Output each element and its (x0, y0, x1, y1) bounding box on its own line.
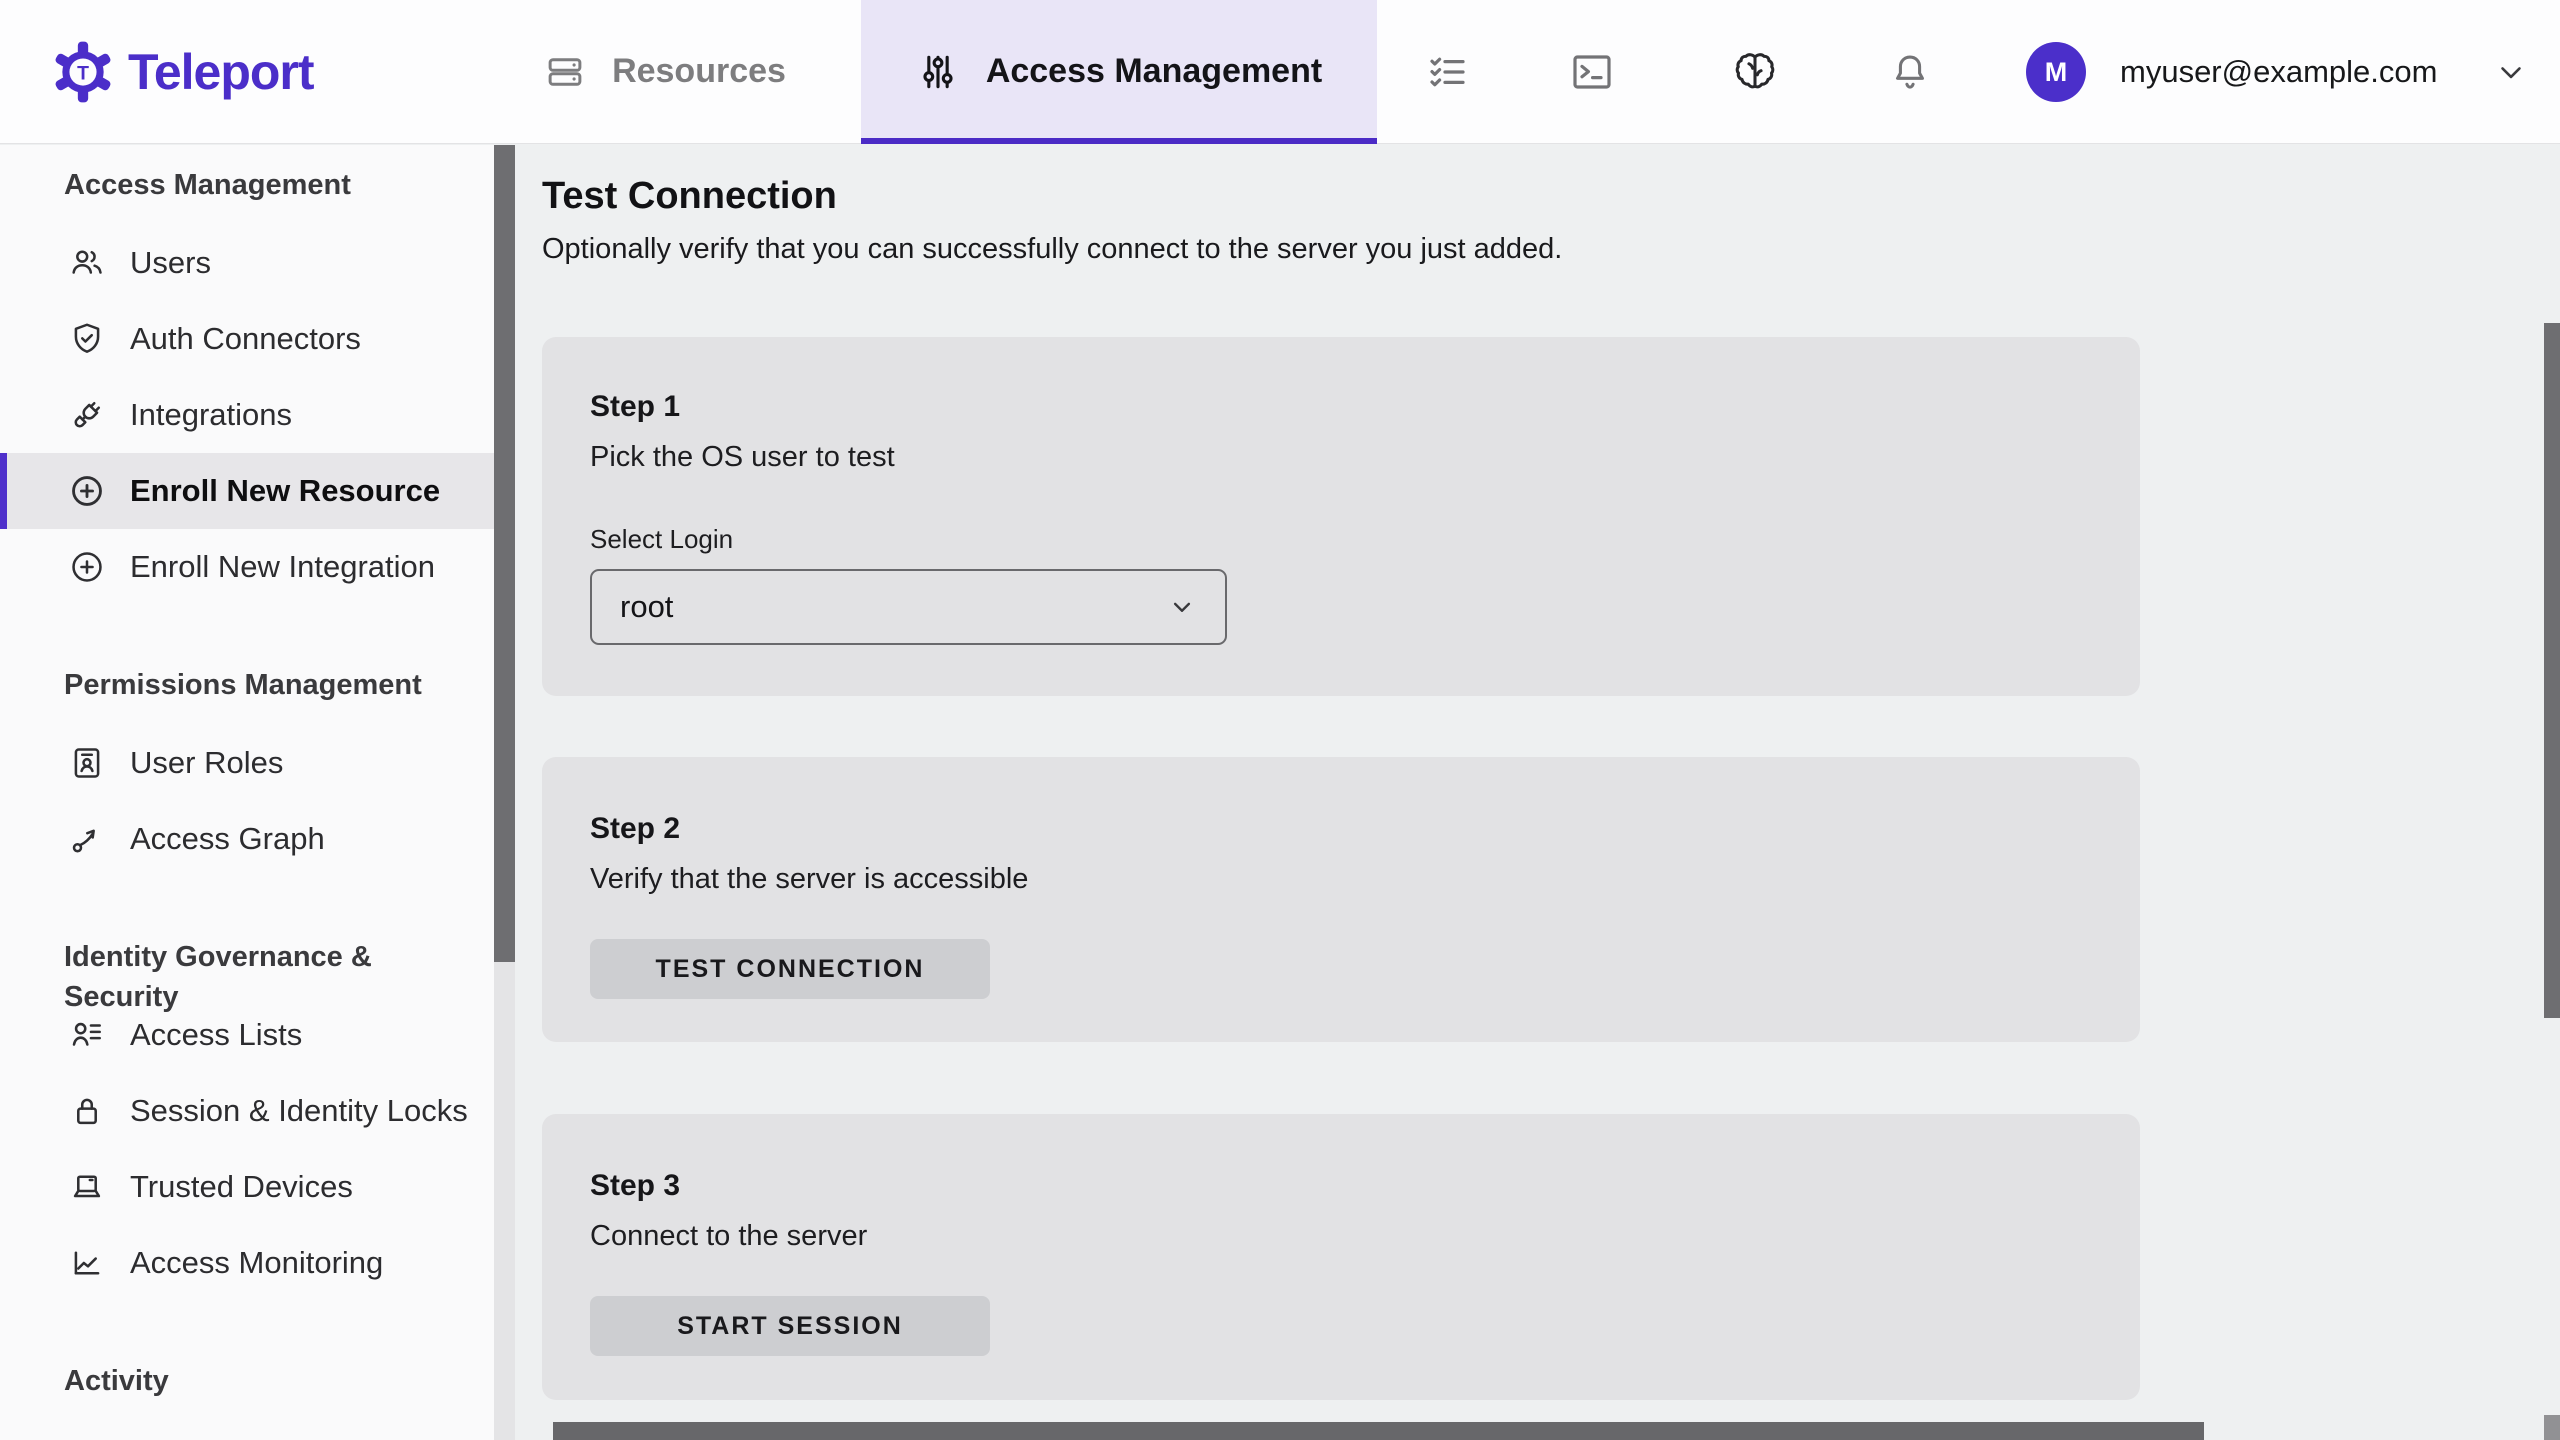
select-login-value: root (620, 589, 674, 624)
shield-check-icon (74, 323, 100, 353)
sidebar-scrollbar[interactable] (494, 145, 515, 1440)
page-scrollbar-corner (2544, 1415, 2560, 1440)
sidebar-item-user-roles[interactable]: User Roles (0, 725, 494, 801)
top-navigation: T Teleport Resources Access Management M… (0, 0, 2560, 144)
teleport-gear-icon: T (55, 41, 111, 102)
tab-access-management[interactable]: Access Management (861, 0, 1377, 144)
logo-wordmark: Teleport (128, 43, 315, 100)
sidebar-section-activity: Activity (64, 1365, 169, 1397)
step-3-title: Step 3 (590, 1169, 681, 1202)
id-card-icon (74, 748, 100, 778)
page-scrollbar[interactable] (2544, 145, 2560, 1440)
checklist-icon (1430, 57, 1465, 86)
tab-access-management-label: Access Management (985, 52, 1323, 90)
start-session-button[interactable]: START SESSION (590, 1296, 990, 1356)
step-3-description: Connect to the server (590, 1220, 868, 1252)
sidebar-item-access-lists[interactable]: Access Lists (0, 997, 494, 1073)
sidebar-item-access-graph[interactable]: Access Graph (0, 801, 494, 877)
plug-icon (74, 401, 101, 428)
tab-resources-label: Resources (612, 52, 786, 90)
sidebar-item-enroll-new-resource[interactable]: Enroll New Resource (0, 453, 494, 529)
sidebar-item-label: Integrations (130, 397, 292, 432)
sliders-icon (923, 55, 953, 88)
step-1-card: Step 1 Pick the OS user to test Select L… (542, 337, 2140, 696)
user-email[interactable]: myuser@example.com (2120, 0, 2437, 143)
lock-icon (77, 1098, 97, 1125)
sidebar-item-label: Access Monitoring (130, 1245, 384, 1280)
page-title: Test Connection (542, 175, 837, 217)
teleport-app: T Teleport Resources Access Management M… (0, 0, 2560, 1440)
sidebar-item-label: Enroll New Integration (130, 549, 435, 584)
chevron-down-icon (1167, 592, 1197, 622)
checklist-button[interactable] (1420, 0, 1476, 143)
sidebar-item-enroll-new-integration[interactable]: Enroll New Integration (0, 529, 494, 605)
user-menu-toggle[interactable] (2486, 0, 2536, 143)
brain-icon (1735, 52, 1775, 88)
user-avatar[interactable]: M (2026, 42, 2086, 102)
laptop-icon (73, 1175, 101, 1198)
select-login-dropdown[interactable]: root (590, 569, 1227, 645)
sidebar-item-integrations[interactable]: Integrations (0, 377, 494, 453)
sidebar-scrollbar-thumb[interactable] (494, 145, 515, 962)
sidebar-item-access-monitoring[interactable]: Access Monitoring (0, 1225, 494, 1301)
sidebar-item-label: User Roles (130, 745, 284, 780)
sidebar-section-identity-governance: Identity Governance & Security (64, 941, 372, 1013)
terminal-region-top (553, 1422, 2204, 1440)
sidebar-section-access-management: Access Management (64, 169, 351, 201)
chart-line-icon (74, 1251, 100, 1275)
sidebar-section-permissions-management: Permissions Management (64, 669, 422, 701)
select-login-label: Select Login (590, 524, 734, 554)
sidebar-item-label: Users (130, 245, 211, 280)
main-content: Test Connection Optionally verify that y… (515, 145, 2560, 1440)
step-3-card: Step 3 Connect to the server START SESSI… (542, 1114, 2140, 1400)
sidebar-item-label: Trusted Devices (130, 1169, 353, 1204)
sidebar: Access Management Users Auth Connectors (0, 145, 515, 1440)
step-2-description: Verify that the server is accessible (590, 863, 1029, 895)
sidebar-item-session-identity-locks[interactable]: Session & Identity Locks (0, 1073, 494, 1149)
step-2-card: Step 2 Verify that the server is accessi… (542, 757, 2140, 1042)
teleport-logo[interactable]: T Teleport (52, 0, 315, 143)
test-connection-button[interactable]: TEST CONNECTION (590, 939, 990, 999)
sidebar-item-trusted-devices[interactable]: Trusted Devices (0, 1149, 494, 1225)
assist-button[interactable] (1727, 0, 1783, 143)
sidebar-item-label: Session & Identity Locks (130, 1093, 468, 1128)
sidebar-item-label: Access Lists (130, 1017, 303, 1052)
notifications-button[interactable] (1882, 0, 1938, 143)
page-subtitle: Optionally verify that you can successfu… (542, 233, 1563, 265)
step-1-title: Step 1 (590, 390, 681, 423)
tab-resources[interactable]: Resources (470, 0, 860, 143)
bell-icon (1896, 55, 1924, 89)
terminal-icon (1573, 54, 1611, 89)
sidebar-item-auth-connectors[interactable]: Auth Connectors (0, 301, 494, 377)
step-2-title: Step 2 (590, 812, 681, 845)
plus-circle-icon (72, 476, 102, 506)
sidebar-item-label: Auth Connectors (130, 321, 361, 356)
logo-initial: T (77, 62, 89, 84)
person-list-icon (72, 1022, 101, 1046)
page-scrollbar-thumb[interactable] (2544, 323, 2560, 1018)
graph-arrow-icon (72, 829, 95, 853)
server-stack-icon (548, 57, 582, 86)
step-1-description: Pick the OS user to test (590, 441, 895, 473)
users-icon (72, 250, 102, 274)
avatar-initial: M (2044, 56, 2068, 87)
sidebar-item-label: Access Graph (130, 821, 325, 856)
sidebar-item-users[interactable]: Users (0, 225, 494, 301)
terminal-button[interactable] (1564, 0, 1620, 143)
sidebar-item-label: Enroll New Resource (130, 473, 441, 508)
plus-circle-icon (72, 552, 102, 582)
chevron-down-icon (2501, 66, 2521, 78)
